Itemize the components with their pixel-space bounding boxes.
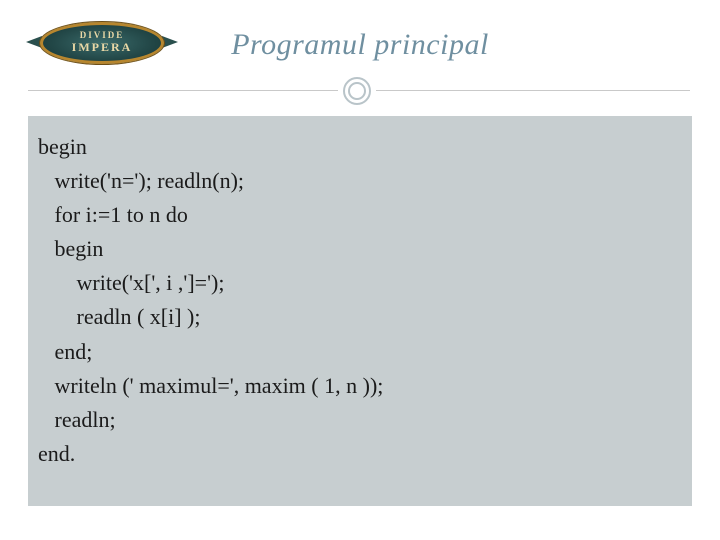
code-line: write('n='); readln(n); [38, 168, 244, 193]
logo-ornament-right [162, 36, 178, 48]
title-divider [0, 76, 720, 104]
code-line: writeln (' maximul=', maxim ( 1, n )); [38, 373, 383, 398]
code-line: end; [38, 339, 92, 364]
logo-text-bottom: IMPERA [72, 40, 133, 54]
logo-text-top: DIVIDE [80, 31, 125, 40]
divider-ring-icon [343, 77, 371, 105]
content-panel: begin write('n='); readln(n); for i:=1 t… [28, 116, 692, 506]
logo-oval: DIVIDE IMPERA [40, 22, 164, 64]
code-line: begin [38, 236, 103, 261]
code-line: begin [38, 134, 87, 159]
code-line: for i:=1 to n do [38, 202, 188, 227]
code-line: end. [38, 441, 75, 466]
divider-line-right [376, 90, 690, 91]
code-line: readln ( x[i] ); [38, 304, 201, 329]
code-block: begin write('n='); readln(n); for i:=1 t… [38, 130, 680, 471]
code-line: readln; [38, 407, 116, 432]
divider-line-left [28, 90, 338, 91]
code-line: write('x[', i ,']='); [38, 270, 225, 295]
slide: DIVIDE IMPERA Programul principal begin … [0, 0, 720, 540]
logo-badge: DIVIDE IMPERA [22, 16, 182, 70]
